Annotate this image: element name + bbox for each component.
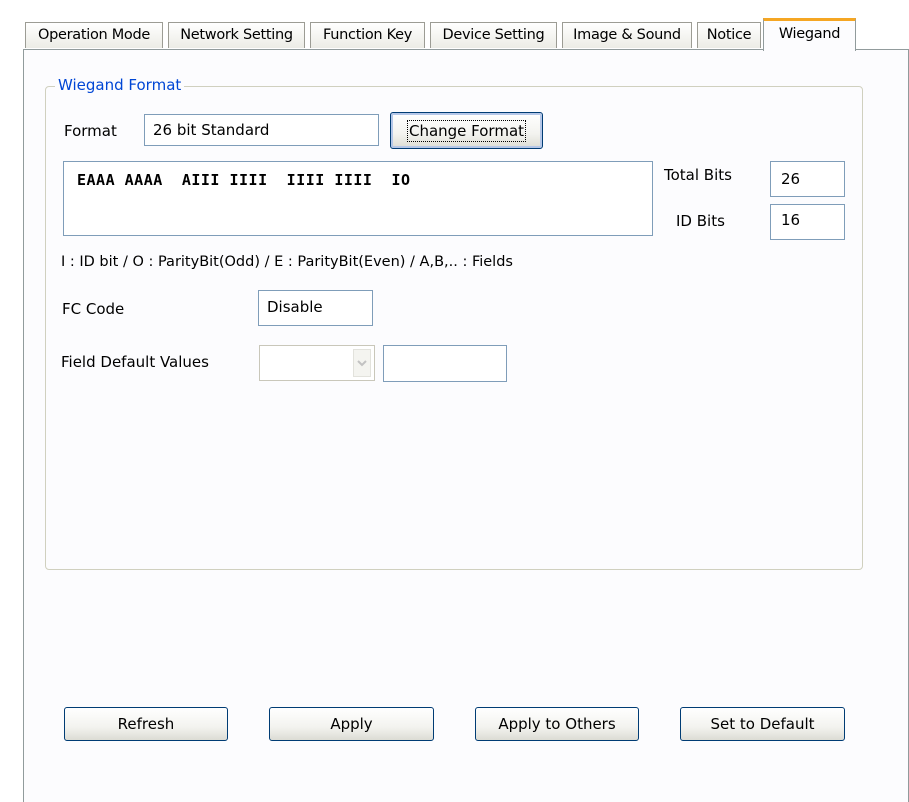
bit-pattern-display: EAAA AAAA AIII IIII IIII IIII IO (63, 161, 653, 236)
tab-image-sound[interactable]: Image & Sound (562, 22, 692, 48)
field-default-label: Field Default Values (61, 353, 209, 371)
apply-to-others-button[interactable]: Apply to Others (475, 707, 639, 741)
tab-network-setting[interactable]: Network Setting (168, 22, 305, 48)
fc-code-field[interactable]: Disable (258, 290, 373, 326)
id-bits-field: 16 (770, 204, 845, 240)
field-default-select[interactable] (259, 345, 375, 381)
tab-strip: Operation Mode Network Setting Function … (25, 18, 909, 51)
change-format-button[interactable]: Change Format (390, 112, 543, 149)
wiegand-format-group (45, 86, 863, 570)
format-field: 26 bit Standard (144, 114, 379, 146)
tab-function-key[interactable]: Function Key (310, 22, 425, 48)
refresh-button[interactable]: Refresh (64, 707, 228, 741)
chevron-down-icon[interactable] (353, 349, 371, 377)
bit-legend: I : ID bit / O : ParityBit(Odd) / E : Pa… (61, 254, 513, 270)
tab-operation-mode[interactable]: Operation Mode (25, 22, 163, 48)
field-default-input[interactable] (383, 345, 507, 382)
format-label: Format (64, 122, 117, 140)
tab-notice[interactable]: Notice (697, 22, 761, 48)
apply-button[interactable]: Apply (269, 707, 434, 741)
total-bits-label: Total Bits (664, 166, 732, 184)
tab-device-setting[interactable]: Device Setting (430, 22, 557, 48)
tab-wiegand[interactable]: Wiegand (763, 18, 856, 51)
total-bits-field: 26 (770, 161, 845, 197)
id-bits-label: ID Bits (676, 212, 725, 230)
fc-code-label: FC Code (62, 300, 125, 318)
set-to-default-button[interactable]: Set to Default (680, 707, 845, 741)
group-title: Wiegand Format (55, 75, 185, 95)
